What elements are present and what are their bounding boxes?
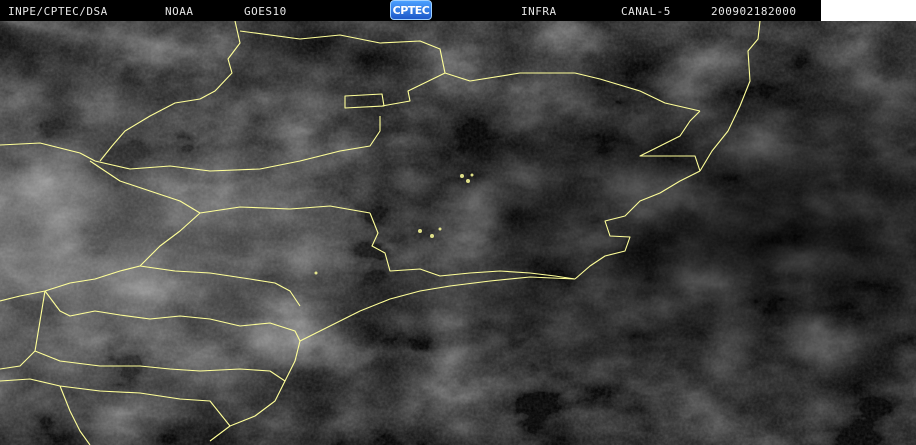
east-ocean-shade: [0, 21, 916, 445]
satellite-map: [0, 21, 916, 445]
cloud-speck: [418, 229, 422, 233]
product-label: INFRA: [521, 5, 557, 18]
cloud-speck: [314, 271, 318, 275]
logo-text: CPTEC: [392, 4, 430, 17]
cloud-speck: [470, 173, 474, 177]
cloud-speck: [466, 179, 470, 183]
image-header: INPE/CPTEC/DSA NOAA GOES10 CPTEC INFRA C…: [0, 0, 916, 21]
agency-label: NOAA: [165, 5, 194, 18]
channel-label: CANAL-5: [621, 5, 671, 18]
cptec-logo-icon: CPTEC: [390, 0, 432, 20]
source-label: INPE/CPTEC/DSA: [8, 5, 108, 18]
cloud-speck: [430, 234, 434, 238]
datetime-label: 200902182000: [711, 5, 797, 18]
cloud-speck: [460, 174, 464, 178]
cloud-speck: [438, 227, 442, 231]
satellite-label: GOES10: [244, 5, 287, 18]
header-blank-box: [821, 0, 916, 21]
